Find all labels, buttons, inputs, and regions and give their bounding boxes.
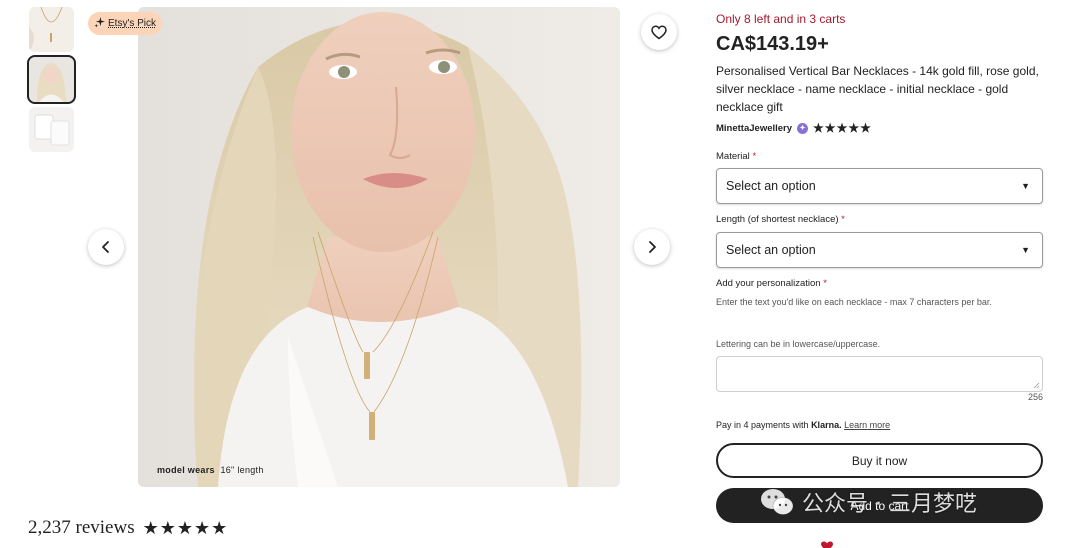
sparkle-icon [94, 16, 105, 31]
thumbnail-1-image [29, 7, 74, 52]
thumbnail-1[interactable] [29, 7, 74, 52]
watermark-text: 公众号 · 三月梦呓 [802, 492, 977, 517]
length-select-value: Select an option [726, 243, 816, 257]
etsy-pick-badge[interactable]: Etsy's Pick [88, 12, 163, 35]
next-image-button[interactable] [634, 229, 670, 265]
wechat-icon [761, 489, 794, 515]
reviews-summary[interactable]: 2,237 reviews ★★★★★ [28, 517, 228, 539]
caption-rest: 16" length [220, 465, 264, 475]
shop-rating-stars: ★★★★★ [813, 121, 872, 135]
rating-stars: ★★★★★ [142, 517, 229, 538]
lettering-help: Lettering can be in lowercase/uppercase. [716, 339, 881, 349]
required-mark: * [841, 214, 845, 225]
personalization-help: Enter the text you'd like on each neckla… [716, 297, 992, 307]
material-select-value: Select an option [726, 179, 816, 193]
heart-icon [651, 24, 667, 39]
klarna-prefix: Pay in 4 payments with [716, 420, 809, 430]
thumbnail-3[interactable] [29, 107, 74, 152]
resize-handle-icon[interactable] [1033, 382, 1040, 389]
model-photo [138, 7, 620, 487]
material-label-text: Material [716, 151, 750, 162]
star-seller-icon: ✦ [797, 122, 809, 134]
character-counter: 256 [1027, 392, 1043, 402]
material-select[interactable]: Select an option ▼ [716, 168, 1043, 204]
thumbnail-3-image [29, 107, 74, 152]
shop-name[interactable]: MinettaJewellery [716, 123, 792, 134]
stock-notice: Only 8 left and in 3 carts [716, 12, 846, 26]
klarna-learn-more-link[interactable]: Learn more [844, 420, 890, 430]
required-mark: * [823, 278, 827, 289]
length-select[interactable]: Select an option ▼ [716, 232, 1043, 268]
etsy-pick-label: Etsy's Pick [108, 18, 157, 29]
caret-down-icon: ▼ [1021, 245, 1030, 255]
personalization-textarea[interactable] [716, 356, 1043, 392]
main-product-image: model wears 16" length [138, 7, 620, 487]
length-label-text: Length (of shortest necklace) [716, 214, 839, 225]
klarna-brand: Klarna. [811, 420, 842, 430]
caption-bold: model wears [157, 465, 215, 475]
reviews-count: 2,237 reviews [28, 517, 135, 538]
chevron-left-icon [102, 241, 109, 253]
shop-row: MinettaJewellery ✦ ★★★★★ [716, 121, 872, 135]
listing-title: Personalised Vertical Bar Necklaces - 14… [716, 64, 1039, 114]
chevron-right-icon [649, 241, 656, 253]
image-caption: model wears 16" length [157, 465, 264, 475]
buy-it-now-button[interactable]: Buy it now [716, 443, 1043, 478]
watermark: 公众号 · 三月梦呓 [760, 486, 977, 518]
required-mark: * [752, 151, 757, 162]
material-label: Material * [716, 151, 756, 162]
length-label: Length (of shortest necklace) * [716, 214, 845, 225]
caret-down-icon: ▼ [1021, 181, 1030, 191]
previous-image-button[interactable] [88, 229, 124, 265]
klarna-info: Pay in 4 payments with Klarna. Learn mor… [716, 420, 890, 430]
thumbnail-2-image [29, 57, 74, 102]
personalization-label-text: Add your personalization [716, 278, 821, 289]
favorite-button[interactable] [641, 14, 677, 50]
price: CA$143.19+ [716, 33, 829, 55]
personalization-label: Add your personalization * [716, 278, 827, 289]
thumbnail-2[interactable] [27, 55, 76, 104]
collection-heart-icon[interactable] [820, 541, 834, 548]
